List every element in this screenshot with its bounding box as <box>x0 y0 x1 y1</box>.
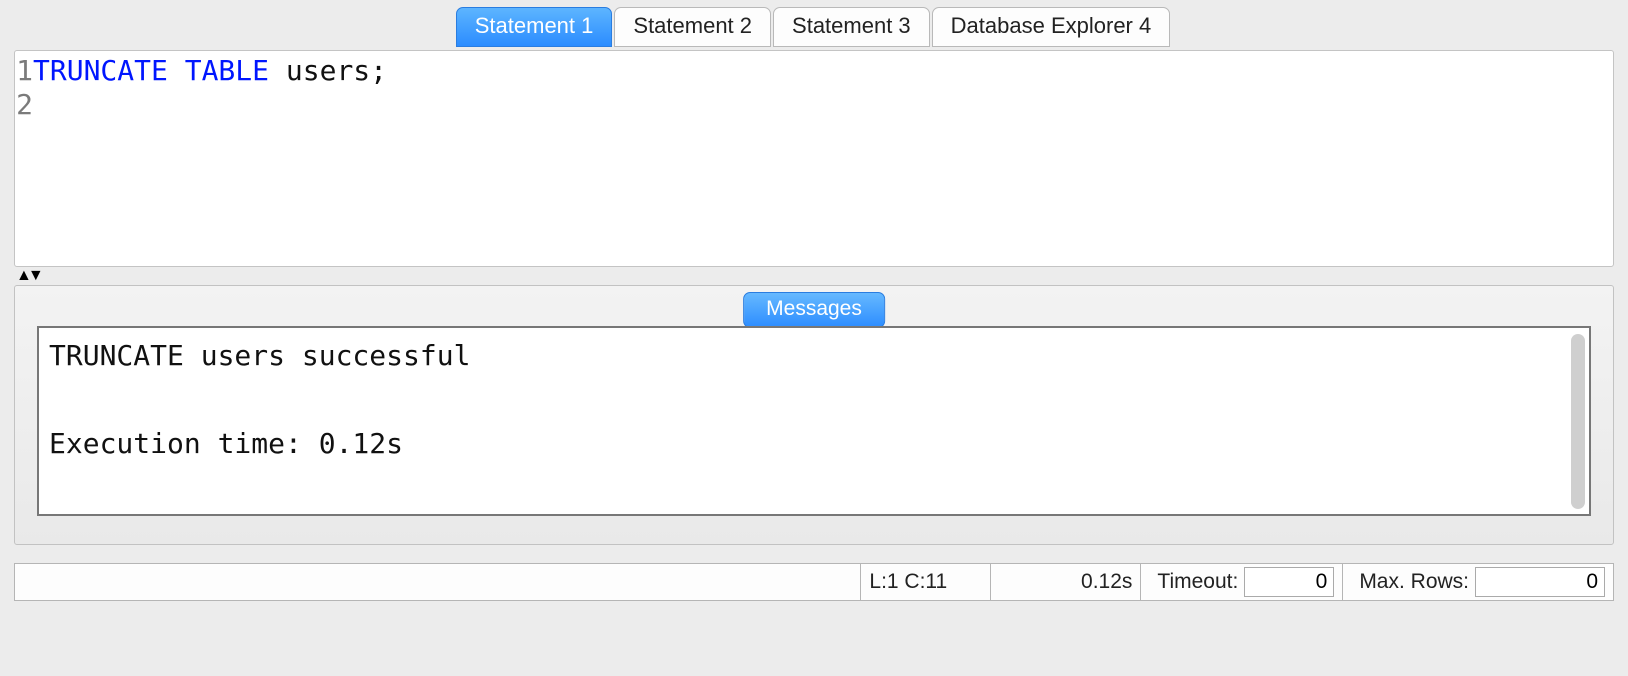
sql-editor-panel: 1 2 TRUNCATE TABLE users; <box>14 50 1614 267</box>
tab-strip: Statement 1 Statement 2 Statement 3 Data… <box>14 6 1614 46</box>
sql-keyword: TRUNCATE <box>33 54 168 87</box>
splitter-arrows-icon: ▲▼ <box>16 271 40 281</box>
messages-text: TRUNCATE users successful Execution time… <box>49 334 1579 466</box>
maxrows-label: Max. Rows: <box>1351 570 1475 594</box>
maxrows-input[interactable] <box>1475 567 1605 597</box>
sql-editor[interactable]: TRUNCATE TABLE users; <box>33 51 1613 266</box>
line-number: 2 <box>15 88 33 122</box>
sql-keyword: TABLE <box>185 54 269 87</box>
execution-time: 0.12s <box>990 564 1140 600</box>
tab-statement-3[interactable]: Statement 3 <box>773 7 930 47</box>
messages-output[interactable]: TRUNCATE users successful Execution time… <box>37 326 1591 516</box>
status-bar: L:1 C:11 0.12s Timeout: Max. Rows: <box>14 563 1614 601</box>
messages-panel: Messages TRUNCATE users successful Execu… <box>14 285 1614 545</box>
line-number-gutter: 1 2 <box>15 51 33 266</box>
timeout-input[interactable] <box>1244 567 1334 597</box>
status-spacer <box>15 564 860 600</box>
messages-scrollbar[interactable] <box>1571 334 1585 509</box>
timeout-group: Timeout: <box>1140 564 1342 600</box>
tab-database-explorer-4[interactable]: Database Explorer 4 <box>932 7 1171 47</box>
line-number: 1 <box>15 54 33 88</box>
tab-statement-2[interactable]: Statement 2 <box>614 7 771 47</box>
maxrows-group: Max. Rows: <box>1342 564 1613 600</box>
tab-messages[interactable]: Messages <box>743 292 885 328</box>
tab-statement-1[interactable]: Statement 1 <box>456 7 613 47</box>
cursor-position: L:1 C:11 <box>860 564 990 600</box>
timeout-label: Timeout: <box>1149 570 1244 594</box>
pane-splitter[interactable]: ▲▼ <box>14 267 1614 285</box>
sql-text: users; <box>269 54 387 87</box>
main-container: Statement 1 Statement 2 Statement 3 Data… <box>14 0 1614 601</box>
